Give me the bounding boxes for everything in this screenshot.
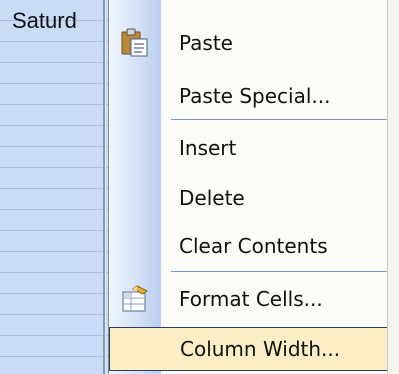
menu-item-column-width[interactable]: Column Width... [109,327,394,371]
context-menu: Paste Paste Special... Insert Delete Cle… [108,0,399,374]
menu-item-paste-special[interactable]: Paste Special... [109,74,394,118]
column-divider-highlight [105,0,106,374]
menu-item-insert-label: Insert [179,136,237,160]
menu-item-column-width-label: Column Width... [180,337,341,361]
menu-item-clear-contents-label: Clear Contents [179,234,328,258]
menu-item-format-cells-label: Format Cells... [179,287,323,311]
menu-item-delete-label: Delete [179,186,245,210]
menu-item-paste-label: Paste [179,31,233,55]
clipboard-paste-icon [121,28,148,57]
menu-item-paste-special-label: Paste Special... [179,84,331,108]
menu-item-format-cells[interactable]: Format Cells... [109,277,394,321]
column-header-cell[interactable]: Saturd [12,8,77,34]
menu-item-clear-contents[interactable]: Clear Contents [109,224,394,268]
menu-separator [171,271,393,272]
menu-item-paste[interactable]: Paste [109,21,394,65]
menu-separator [171,119,393,120]
format-cells-icon [122,285,148,312]
menu-right-edge [387,0,399,374]
menu-item-insert[interactable]: Insert [109,126,394,170]
menu-item-delete[interactable]: Delete [109,176,394,220]
